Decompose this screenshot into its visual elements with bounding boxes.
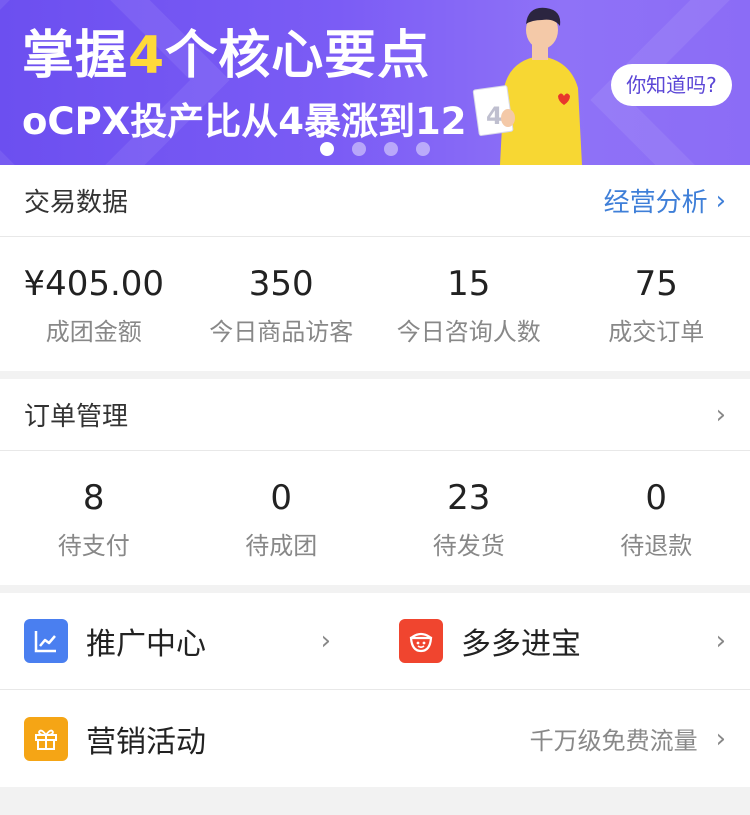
menu-item-right: 千万级免费流量 › xyxy=(530,721,726,756)
menu-item-right: › xyxy=(716,626,726,656)
duoduo-jinbao-label: 多多进宝 xyxy=(461,627,581,662)
trade-data-title: 交易数据 xyxy=(24,188,129,218)
stat-label: 待发货 xyxy=(432,531,505,560)
order-management-card: 订单管理 › 8 待支付 0 待成团 23 待发货 0 待退款 xyxy=(0,379,750,585)
chart-icon xyxy=(24,619,68,663)
stat-value: 0 xyxy=(645,477,668,518)
menu-row: 营销活动 千万级免费流量 › xyxy=(0,690,750,787)
stat-value: 75 xyxy=(634,263,678,304)
menu-row: 推广中心 › 多多进宝 › xyxy=(0,593,750,690)
carousel-dots xyxy=(320,142,430,156)
marketing-activity-item[interactable]: 营销活动 千万级免费流量 › xyxy=(0,690,750,787)
feature-menu: 推广中心 › 多多进宝 › 营销活动 千万级免费流量 › xyxy=(0,593,750,787)
stat-label: 待成团 xyxy=(245,531,318,560)
order-management-title: 订单管理 xyxy=(24,402,129,432)
stat-group-amount[interactable]: ¥405.00 成团金额 xyxy=(0,237,188,371)
promotion-center-label: 推广中心 xyxy=(86,627,206,662)
order-management-header[interactable]: 订单管理 › xyxy=(0,379,750,451)
duoduo-jinbao-item[interactable]: 多多进宝 › xyxy=(375,593,750,689)
chevron-right-icon: › xyxy=(715,723,726,754)
trade-stats: ¥405.00 成团金额 350 今日商品访客 15 今日咨询人数 75 成交订… xyxy=(0,237,750,371)
gift-icon xyxy=(24,716,68,761)
carousel-dot[interactable] xyxy=(352,142,366,156)
banner-bubble: 你知道吗? xyxy=(611,64,732,106)
banner-subline: oCPX投产比从4暴涨到12 xyxy=(22,100,467,143)
stat-inquiries[interactable]: 15 今日咨询人数 xyxy=(375,237,563,371)
stat-value: ¥405.00 xyxy=(23,263,165,304)
business-analysis-label: 经营分析 xyxy=(603,188,708,218)
stat-value: 23 xyxy=(447,477,491,518)
stat-value: 15 xyxy=(447,263,491,304)
stat-pending-shipment[interactable]: 23 待发货 xyxy=(375,451,563,585)
promotion-center-item[interactable]: 推广中心 › xyxy=(0,593,375,689)
carousel-dot[interactable] xyxy=(320,142,334,156)
chevron-right-icon: › xyxy=(715,626,726,656)
promo-banner[interactable]: 掌握4个核心要点 oCPX投产比从4暴涨到12 4 你知道吗? xyxy=(0,0,750,165)
trade-data-header: 交易数据 经营分析 › xyxy=(0,165,750,237)
banner-headline: 掌握4个核心要点 xyxy=(22,26,431,86)
marketing-hint: 千万级免费流量 xyxy=(529,727,698,755)
stat-visitors[interactable]: 350 今日商品访客 xyxy=(188,237,376,371)
menu-item-right: › xyxy=(321,626,331,656)
stat-value: 8 xyxy=(82,477,105,518)
treasure-icon xyxy=(399,619,443,663)
stat-pending-group[interactable]: 0 待成团 xyxy=(188,451,376,585)
stat-value: 0 xyxy=(270,477,293,518)
order-stats: 8 待支付 0 待成团 23 待发货 0 待退款 xyxy=(0,451,750,585)
banner-illustration: 4 xyxy=(472,7,582,165)
stat-orders[interactable]: 75 成交订单 xyxy=(563,237,750,371)
stat-pending-refund[interactable]: 0 待退款 xyxy=(563,451,750,585)
carousel-dot[interactable] xyxy=(384,142,398,156)
paper-number: 4 xyxy=(486,102,503,130)
carousel-dot[interactable] xyxy=(416,142,430,156)
stat-pending-payment[interactable]: 8 待支付 xyxy=(0,451,188,585)
stat-label: 成交订单 xyxy=(608,317,705,346)
trade-data-card: 交易数据 经营分析 › ¥405.00 成团金额 350 今日商品访客 15 今… xyxy=(0,165,750,371)
chevron-right-icon: › xyxy=(715,185,726,216)
stat-label: 今日商品访客 xyxy=(209,317,354,346)
marketing-activity-label: 营销活动 xyxy=(86,724,206,760)
stat-label: 待退款 xyxy=(620,531,693,560)
chevron-right-icon: › xyxy=(320,626,331,656)
business-analysis-link[interactable]: 经营分析 › xyxy=(604,182,726,219)
stat-label: 成团金额 xyxy=(45,317,142,346)
stat-value: 350 xyxy=(248,263,314,304)
stat-label: 今日咨询人数 xyxy=(396,317,541,346)
chevron-right-icon: › xyxy=(715,399,726,430)
stat-label: 待支付 xyxy=(57,531,130,560)
